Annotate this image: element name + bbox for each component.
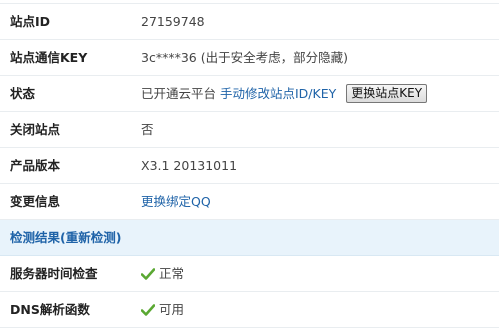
row-site-key: 站点通信KEY 3c****36 (出于安全考虑，部分隐藏) — [0, 40, 499, 76]
server-time-check-status: 正常 — [159, 266, 185, 281]
site-key-label: 站点通信KEY — [10, 50, 88, 65]
row-server-time-check: 服务器时间检查 正常 — [0, 256, 499, 292]
status-label: 状态 — [10, 86, 36, 101]
check-results-title[interactable]: 检测结果(重新检测) — [10, 220, 121, 256]
close-site-value: 否 — [141, 122, 154, 137]
server-time-check-value: 正常 — [141, 256, 184, 292]
row-change-info: 变更信息 更换绑定QQ — [0, 184, 499, 220]
change-site-key-button[interactable]: 更换站点KEY — [346, 84, 428, 103]
check-icon — [141, 303, 155, 316]
row-dns-check: DNS解析函数 可用 — [0, 292, 499, 328]
change-info-label: 变更信息 — [10, 194, 61, 209]
status-text: 已开通云平台 — [141, 86, 217, 101]
change-info-value: 更换绑定QQ — [141, 184, 211, 220]
dns-check-label: DNS解析函数 — [10, 302, 90, 317]
check-icon — [141, 267, 155, 280]
row-product-version: 产品版本 X3.1 20131011 — [0, 148, 499, 184]
dns-check-value: 可用 — [141, 292, 184, 328]
product-version-label: 产品版本 — [10, 158, 61, 173]
check-results-section-header: 检测结果(重新检测) — [0, 220, 499, 256]
dns-check-status: 可用 — [159, 302, 185, 317]
row-site-id: 站点ID 27159748 — [0, 4, 499, 40]
product-version-value: X3.1 20131011 — [141, 158, 238, 173]
row-status: 状态 已开通云平台 手动修改站点ID/KEY 更换站点KEY — [0, 76, 499, 112]
site-id-label: 站点ID — [10, 14, 51, 29]
site-key-value: 3c****36 (出于安全考虑，部分隐藏) — [141, 50, 348, 65]
edit-site-id-key-link[interactable]: 手动修改站点ID/KEY — [220, 86, 336, 101]
rebind-qq-link[interactable]: 更换绑定QQ — [141, 194, 211, 209]
site-id-value: 27159748 — [141, 14, 205, 29]
row-close-site: 关闭站点 否 — [0, 112, 499, 148]
status-value: 已开通云平台 手动修改站点ID/KEY 更换站点KEY — [141, 76, 428, 112]
close-site-label: 关闭站点 — [10, 122, 61, 137]
server-time-check-label: 服务器时间检查 — [10, 266, 98, 281]
